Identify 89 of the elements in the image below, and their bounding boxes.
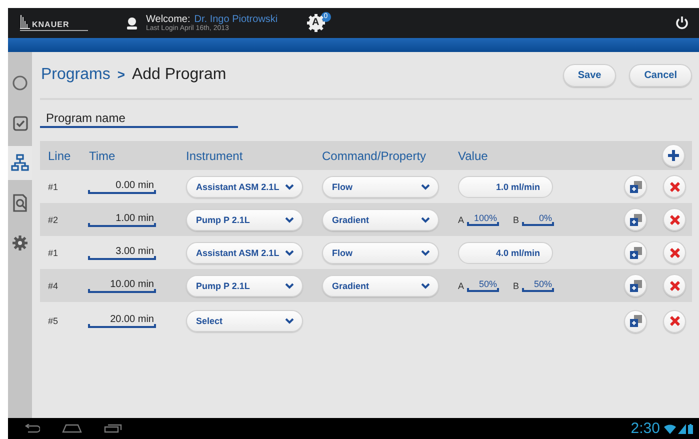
add-button[interactable] xyxy=(662,144,685,167)
duplicate-button[interactable] xyxy=(624,175,647,198)
wifi-icon xyxy=(664,424,676,434)
value-field[interactable]: 4.0 ml/min xyxy=(458,242,553,264)
program-name-field[interactable]: Program name xyxy=(40,110,238,128)
save-button[interactable]: Save xyxy=(562,64,616,86)
power-icon[interactable] xyxy=(675,16,689,30)
percent-field[interactable]: 0% xyxy=(522,213,554,226)
duplicate-button[interactable] xyxy=(624,274,647,297)
document-search-icon xyxy=(12,194,28,212)
delete-button[interactable] xyxy=(663,274,686,297)
user-icon xyxy=(126,16,138,30)
hierarchy-icon xyxy=(11,154,29,172)
sidebar-tab[interactable] xyxy=(8,146,32,180)
close-icon xyxy=(670,316,680,326)
chevron-icon xyxy=(285,216,294,222)
circle-icon xyxy=(12,75,28,91)
line-number: #1 xyxy=(47,182,60,192)
settings-icon xyxy=(12,235,28,251)
duplicate-button[interactable] xyxy=(624,241,647,264)
breadcrumb-link[interactable]: Programs xyxy=(41,66,110,84)
delete-button[interactable] xyxy=(663,241,686,264)
close-icon xyxy=(670,248,680,258)
column-header: Instrument xyxy=(186,148,244,162)
command-dropdown[interactable]: Gradient xyxy=(322,274,439,296)
delete-button[interactable] xyxy=(663,208,686,231)
channel-label: A xyxy=(458,280,464,290)
column-header: Line xyxy=(47,148,72,162)
recent-apps-icon[interactable] xyxy=(104,424,122,433)
instrument-dropdown[interactable]: Assistant ASM 2.1L xyxy=(186,242,303,264)
value-field[interactable]: 1.0 ml/min xyxy=(458,176,553,198)
delete-button[interactable] xyxy=(663,310,686,332)
line-number: #5 xyxy=(47,316,60,326)
duplicate-icon xyxy=(630,180,642,192)
delete-button[interactable] xyxy=(663,175,686,198)
duplicate-icon xyxy=(630,246,642,258)
chevron-icon xyxy=(421,250,430,256)
duplicate-button[interactable] xyxy=(624,208,647,231)
time-field[interactable]: 1.00 min xyxy=(88,212,156,226)
duplicate-icon xyxy=(630,315,642,327)
duplicate-icon xyxy=(630,280,642,292)
channel-label: A xyxy=(458,214,464,224)
duplicate-button[interactable] xyxy=(624,310,647,332)
chevron-icon xyxy=(285,318,294,324)
duplicate-icon xyxy=(630,214,642,226)
checkbox-icon xyxy=(12,116,28,130)
instrument-dropdown[interactable]: Pump P 2.1L xyxy=(186,274,303,296)
plus-icon xyxy=(668,150,679,161)
line-number: #2 xyxy=(47,214,60,224)
channel-label: B xyxy=(513,214,520,224)
command-dropdown[interactable]: Flow xyxy=(322,176,439,198)
knauer-logo: KNAUER xyxy=(20,15,88,31)
signal-icon xyxy=(678,424,686,434)
command-dropdown[interactable]: Gradient xyxy=(322,208,439,230)
cancel-button[interactable]: Cancel xyxy=(629,64,692,86)
line-number: #1 xyxy=(47,248,60,258)
close-icon xyxy=(670,182,680,192)
column-header: Value xyxy=(458,148,489,162)
chevron-icon xyxy=(285,282,294,288)
line-number: #4 xyxy=(47,280,60,290)
page-title: Add Program xyxy=(132,66,226,84)
user-name: Dr. Ingo Piotrowski xyxy=(194,14,278,25)
close-icon xyxy=(670,280,680,290)
battery-icon xyxy=(688,424,693,434)
instrument-dropdown[interactable]: Assistant ASM 2.1L xyxy=(186,176,303,198)
home-icon[interactable] xyxy=(62,424,82,433)
close-icon xyxy=(670,214,680,224)
column-header: Time xyxy=(89,148,116,162)
time-field[interactable]: 20.00 min xyxy=(88,314,156,328)
clock: 2:30 xyxy=(630,420,660,437)
chevron-icon xyxy=(421,216,430,222)
percent-field[interactable]: 100% xyxy=(467,213,500,226)
command-dropdown[interactable]: Flow xyxy=(322,242,439,264)
time-field[interactable]: 3.00 min xyxy=(88,246,156,260)
instrument-dropdown[interactable]: Pump P 2.1L xyxy=(186,208,303,230)
percent-field[interactable]: 50% xyxy=(467,279,500,292)
time-field[interactable]: 0.00 min xyxy=(88,180,156,194)
chevron-icon xyxy=(285,184,294,190)
breadcrumb-separator: > xyxy=(117,67,125,82)
percent-field[interactable]: 50% xyxy=(522,279,554,292)
back-icon[interactable] xyxy=(24,424,40,433)
time-field[interactable]: 10.00 min xyxy=(88,278,156,292)
chevron-icon xyxy=(285,250,294,256)
column-header: Command/Property xyxy=(322,148,428,162)
instrument-dropdown[interactable]: Select xyxy=(186,310,303,332)
welcome-label: Welcome: xyxy=(146,14,190,25)
channel-label: B xyxy=(513,280,520,290)
chevron-icon xyxy=(421,282,430,288)
chevron-icon xyxy=(421,184,430,190)
